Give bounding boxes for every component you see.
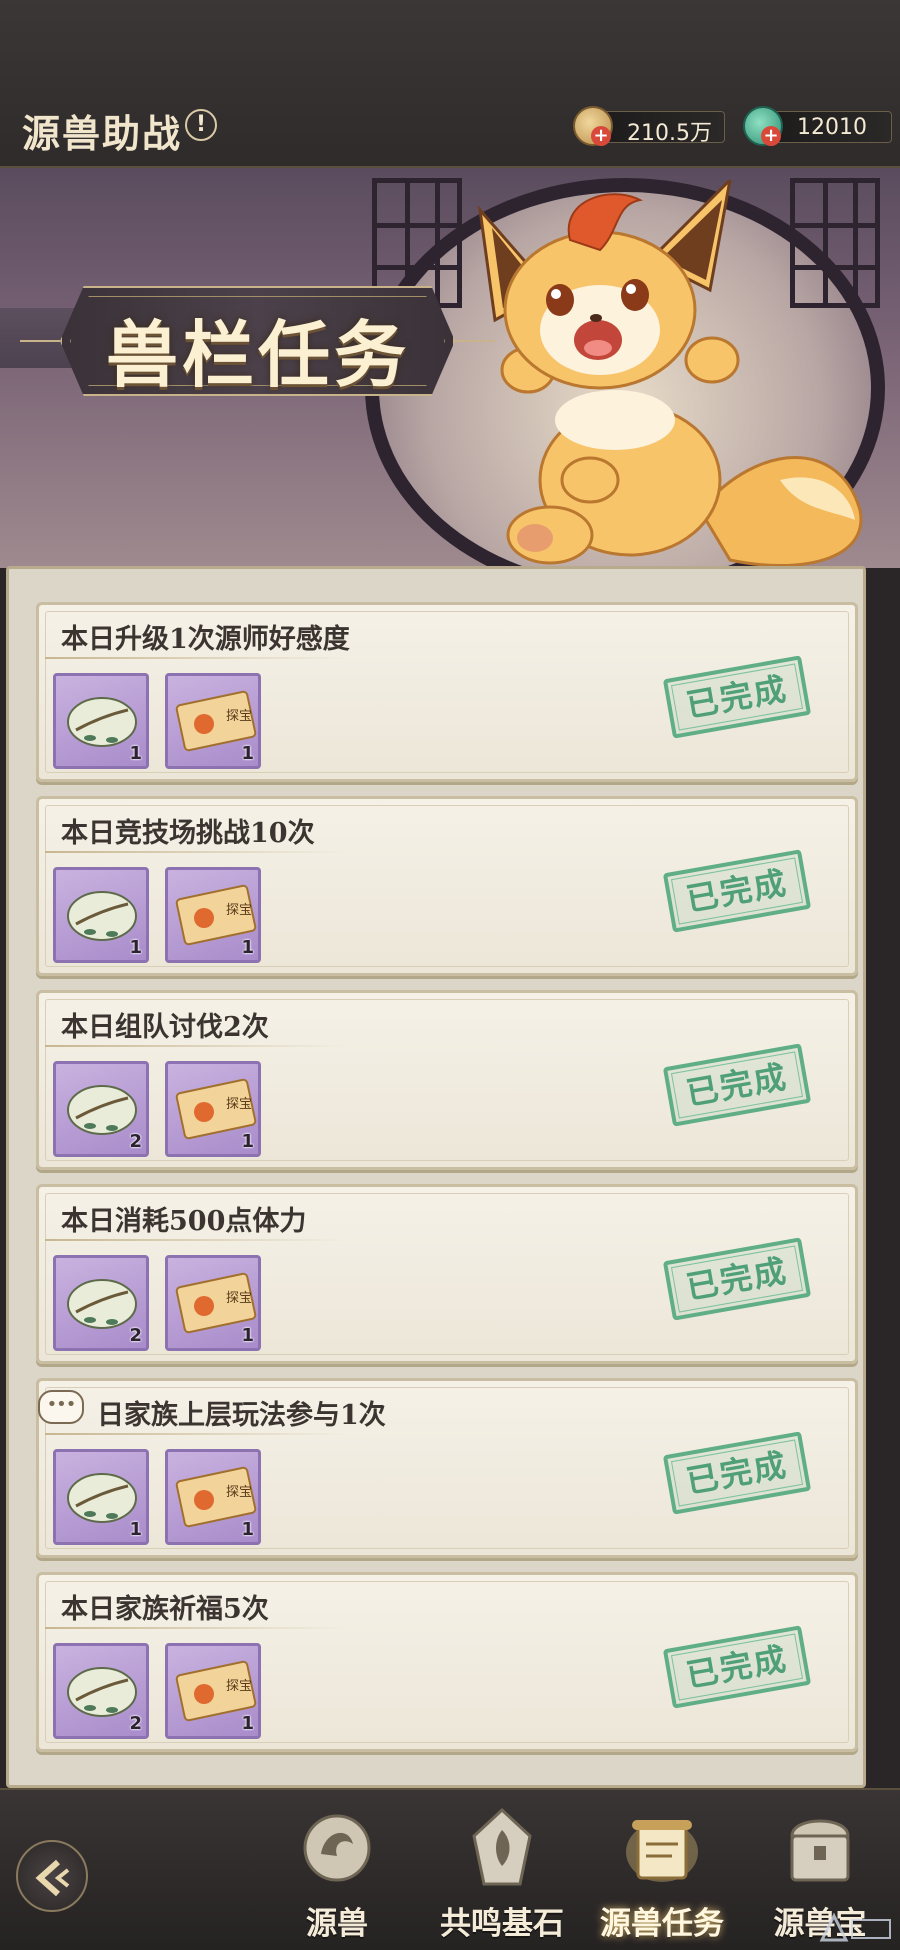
reward-slot[interactable]: 探宝 1 bbox=[165, 1061, 261, 1157]
ticket-label: 探宝 bbox=[226, 1097, 252, 1112]
reward-count: 1 bbox=[241, 937, 254, 958]
reward-slot[interactable]: 1 bbox=[53, 867, 149, 963]
reward-count: 1 bbox=[129, 1519, 142, 1540]
coin-amount: 210.5万 bbox=[627, 121, 712, 146]
tab-tasks[interactable]: 源兽任务 bbox=[582, 1798, 742, 1948]
reward-slot[interactable]: 探宝 1 bbox=[165, 1449, 261, 1545]
task-title: 本日竞技场挑战10次 bbox=[61, 818, 315, 849]
reward-count: 2 bbox=[129, 1713, 142, 1734]
task-title: 日家族上层玩法参与1次 bbox=[97, 1400, 386, 1431]
task-card: 本日组队讨伐2次 2 探宝 1 已完成 bbox=[36, 990, 858, 1170]
task-title-underline bbox=[45, 1239, 345, 1241]
dragon-crest-icon bbox=[303, 1814, 371, 1882]
task-title: 本日消耗500点体力 bbox=[61, 1206, 307, 1237]
resonance-stone-icon bbox=[472, 1807, 532, 1886]
tab-label: 源兽任务 bbox=[600, 1906, 724, 1942]
completed-stamp: 已完成 bbox=[662, 1043, 812, 1127]
ticket-label: 探宝 bbox=[226, 709, 252, 724]
task-card: 本日竞技场挑战10次 1 探宝 1 已完成 bbox=[36, 796, 858, 976]
task-title: 本日家族祈福5次 bbox=[61, 1594, 269, 1625]
completed-stamp: 已完成 bbox=[662, 849, 812, 933]
task-title: 本日升级1次源师好感度 bbox=[61, 624, 350, 655]
currency-gems[interactable]: + 12010 bbox=[743, 106, 892, 146]
reward-slot[interactable]: 探宝 1 bbox=[165, 1643, 261, 1739]
top-bar: 源兽助战 ! + 210.5万 + 12010 bbox=[0, 0, 900, 168]
reward-slot[interactable]: 探宝 1 bbox=[165, 867, 261, 963]
reward-count: 1 bbox=[241, 1519, 254, 1540]
banner: 兽栏任务 bbox=[0, 168, 900, 568]
task-title-underline bbox=[45, 657, 345, 659]
banner-deco-left bbox=[20, 340, 60, 342]
ticket-label: 探宝 bbox=[226, 903, 252, 918]
reward-slot[interactable]: 探宝 1 bbox=[165, 1255, 261, 1351]
title-row: 源兽助战 ! + 210.5万 + 12010 bbox=[0, 95, 900, 165]
tab-resonance[interactable]: 共鸣基石 bbox=[412, 1798, 592, 1948]
reward-slot[interactable]: 探宝 1 bbox=[165, 673, 261, 769]
reward-count: 2 bbox=[129, 1325, 142, 1346]
task-card: 本日消耗500点体力 2 探宝 1 已完成 bbox=[36, 1184, 858, 1364]
completed-stamp: 已完成 bbox=[662, 1431, 812, 1515]
tab-label: 共鸣基石 bbox=[440, 1906, 564, 1942]
page-title: 源兽助战 bbox=[22, 111, 183, 156]
chat-bubble-icon[interactable]: ••• bbox=[38, 1390, 84, 1424]
back-arrow-icon bbox=[35, 1859, 70, 1897]
back-button[interactable] bbox=[16, 1840, 88, 1912]
currency-coins[interactable]: + 210.5万 bbox=[573, 106, 725, 146]
completed-stamp: 已完成 bbox=[662, 1237, 812, 1321]
fox-mascot-illustration bbox=[477, 180, 863, 567]
reward-count: 1 bbox=[241, 1713, 254, 1734]
task-title-underline bbox=[45, 1045, 345, 1047]
task-title: 本日组队讨伐2次 bbox=[61, 1012, 269, 1043]
reward-count: 1 bbox=[241, 1325, 254, 1346]
task-card: 本日升级1次源师好感度 1 探宝 1 已完成 bbox=[36, 602, 858, 782]
scroll-task-icon bbox=[626, 1820, 698, 1882]
banner-title: 兽栏任务 bbox=[105, 312, 410, 397]
reward-slot[interactable]: 2 bbox=[53, 1255, 149, 1351]
task-card: 本日家族祈福5次 2 探宝 1 已完成 bbox=[36, 1572, 858, 1752]
task-title-underline bbox=[45, 851, 345, 853]
bottom-nav: 源兽 共鸣基石 源兽任务 源兽宝 bbox=[0, 1788, 900, 1950]
gem-amount: 12010 bbox=[797, 115, 867, 140]
tab-yuanshou[interactable]: 源兽 bbox=[262, 1798, 412, 1948]
reward-slot[interactable]: 2 bbox=[53, 1643, 149, 1739]
reward-count: 1 bbox=[129, 937, 142, 958]
reward-count: 2 bbox=[129, 1131, 142, 1152]
reward-slot[interactable]: 1 bbox=[53, 1449, 149, 1545]
tab-label: 源兽 bbox=[306, 1906, 368, 1942]
reward-count: 1 bbox=[241, 743, 254, 764]
reward-slot[interactable]: 1 bbox=[53, 673, 149, 769]
reward-count: 1 bbox=[129, 743, 142, 764]
info-icon[interactable]: ! bbox=[185, 109, 217, 141]
ticket-label: 探宝 bbox=[226, 1291, 252, 1306]
watermark-logo bbox=[819, 1912, 891, 1942]
ticket-label: 探宝 bbox=[226, 1679, 252, 1694]
ticket-label: 探宝 bbox=[226, 1485, 252, 1500]
add-gems-icon[interactable]: + bbox=[761, 126, 781, 146]
completed-stamp: 已完成 bbox=[662, 655, 812, 739]
reward-count: 1 bbox=[241, 1131, 254, 1152]
task-title-underline bbox=[45, 1627, 345, 1629]
reward-slot[interactable]: 2 bbox=[53, 1061, 149, 1157]
task-card: 日家族上层玩法参与1次 1 探宝 1 已完成 bbox=[36, 1378, 858, 1558]
add-coins-icon[interactable]: + bbox=[591, 126, 611, 146]
treasure-chest-icon bbox=[790, 1819, 850, 1882]
completed-stamp: 已完成 bbox=[662, 1625, 812, 1709]
task-title-underline bbox=[45, 1433, 345, 1435]
